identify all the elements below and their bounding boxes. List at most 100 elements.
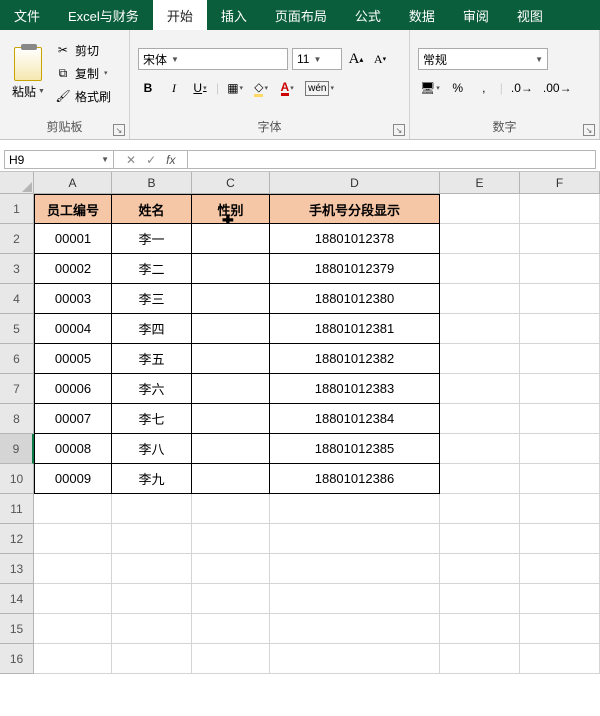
cell-E11[interactable] [440, 494, 520, 524]
tab-数据[interactable]: 数据 [395, 0, 449, 30]
cell-F4[interactable] [520, 284, 600, 314]
select-all-corner[interactable] [0, 172, 34, 194]
cell-A6[interactable]: 00005 [34, 344, 112, 374]
cell-D10[interactable]: 18801012386 [270, 464, 440, 494]
cell-D3[interactable]: 18801012379 [270, 254, 440, 284]
cell-A8[interactable]: 00007 [34, 404, 112, 434]
underline-button[interactable]: U▾ [190, 78, 210, 98]
row-header-11[interactable]: 11 [0, 494, 34, 524]
cell-F5[interactable] [520, 314, 600, 344]
cell-F13[interactable] [520, 554, 600, 584]
cell-B4[interactable]: 李三 [112, 284, 192, 314]
tab-公式[interactable]: 公式 [341, 0, 395, 30]
cell-A11[interactable] [34, 494, 112, 524]
cell-D12[interactable] [270, 524, 440, 554]
tab-插入[interactable]: 插入 [207, 0, 261, 30]
cell-D5[interactable]: 18801012381 [270, 314, 440, 344]
col-header-D[interactable]: D [270, 172, 440, 194]
row-header-1[interactable]: 1 [0, 194, 34, 224]
font-name-combo[interactable]: 宋体▼ [138, 48, 288, 70]
cell-C8[interactable] [192, 404, 270, 434]
cell-A3[interactable]: 00002 [34, 254, 112, 284]
font-color-button[interactable]: A▾ [277, 78, 297, 98]
cell-D14[interactable] [270, 584, 440, 614]
cell-D8[interactable]: 18801012384 [270, 404, 440, 434]
tab-视图[interactable]: 视图 [503, 0, 557, 30]
cell-A10[interactable]: 00009 [34, 464, 112, 494]
fx-icon[interactable]: fx [166, 153, 175, 167]
row-header-8[interactable]: 8 [0, 404, 34, 434]
cell-A5[interactable]: 00004 [34, 314, 112, 344]
col-header-C[interactable]: C [192, 172, 270, 194]
cell-D13[interactable] [270, 554, 440, 584]
cell-A7[interactable]: 00006 [34, 374, 112, 404]
chevron-down-icon[interactable]: ▼ [101, 155, 109, 164]
confirm-icon[interactable]: ✓ [146, 153, 156, 167]
cell-F6[interactable] [520, 344, 600, 374]
dialog-launcher-icon[interactable]: ↘ [583, 124, 595, 136]
cell-A2[interactable]: 00001 [34, 224, 112, 254]
cell-C5[interactable] [192, 314, 270, 344]
cell-B13[interactable] [112, 554, 192, 584]
cell-F12[interactable] [520, 524, 600, 554]
cell-A1[interactable]: 员工编号 [34, 194, 112, 224]
cell-A13[interactable] [34, 554, 112, 584]
cell-C9[interactable] [192, 434, 270, 464]
cell-B16[interactable] [112, 644, 192, 674]
cell-D2[interactable]: 18801012378 [270, 224, 440, 254]
cell-C3[interactable] [192, 254, 270, 284]
row-header-4[interactable]: 4 [0, 284, 34, 314]
cell-E9[interactable] [440, 434, 520, 464]
cell-B1[interactable]: 姓名 [112, 194, 192, 224]
increase-decimal-button[interactable]: .0→ [509, 78, 535, 98]
cell-C14[interactable] [192, 584, 270, 614]
cell-D7[interactable]: 18801012383 [270, 374, 440, 404]
cell-A16[interactable] [34, 644, 112, 674]
cell-F7[interactable] [520, 374, 600, 404]
cell-D11[interactable] [270, 494, 440, 524]
col-header-B[interactable]: B [112, 172, 192, 194]
cell-C4[interactable] [192, 284, 270, 314]
italic-button[interactable]: I [164, 78, 184, 98]
cell-E12[interactable] [440, 524, 520, 554]
cell-A9[interactable]: 00008 [34, 434, 112, 464]
cell-D6[interactable]: 18801012382 [270, 344, 440, 374]
cell-E13[interactable] [440, 554, 520, 584]
accounting-format-button[interactable]: 🖥▾ [418, 78, 442, 98]
cell-C12[interactable] [192, 524, 270, 554]
phonetic-button[interactable]: wén▾ [303, 78, 336, 98]
cell-C16[interactable] [192, 644, 270, 674]
cell-E15[interactable] [440, 614, 520, 644]
dialog-launcher-icon[interactable]: ↘ [113, 124, 125, 136]
cell-B7[interactable]: 李六 [112, 374, 192, 404]
tab-Excel与财务[interactable]: Excel与财务 [54, 0, 153, 30]
cell-F2[interactable] [520, 224, 600, 254]
cell-C1[interactable]: 性别✚ [192, 194, 270, 224]
fill-color-button[interactable]: ◇▾ [251, 78, 271, 98]
cell-B14[interactable] [112, 584, 192, 614]
row-header-3[interactable]: 3 [0, 254, 34, 284]
cell-C2[interactable] [192, 224, 270, 254]
row-header-6[interactable]: 6 [0, 344, 34, 374]
cell-F14[interactable] [520, 584, 600, 614]
format-painter-button[interactable]: 🖌格式刷 [55, 88, 111, 105]
cell-A14[interactable] [34, 584, 112, 614]
cells-area[interactable]: 员工编号姓名性别✚手机号分段显示00001李一1880101237800002李… [34, 194, 600, 674]
cell-E14[interactable] [440, 584, 520, 614]
cell-F8[interactable] [520, 404, 600, 434]
cell-F1[interactable] [520, 194, 600, 224]
cell-F16[interactable] [520, 644, 600, 674]
row-header-14[interactable]: 14 [0, 584, 34, 614]
row-header-15[interactable]: 15 [0, 614, 34, 644]
cell-C11[interactable] [192, 494, 270, 524]
cell-F9[interactable] [520, 434, 600, 464]
cell-A15[interactable] [34, 614, 112, 644]
col-header-A[interactable]: A [34, 172, 112, 194]
cut-button[interactable]: ✂剪切 [55, 42, 111, 59]
cell-E5[interactable] [440, 314, 520, 344]
cell-E3[interactable] [440, 254, 520, 284]
cell-E1[interactable] [440, 194, 520, 224]
cell-B11[interactable] [112, 494, 192, 524]
cell-E6[interactable] [440, 344, 520, 374]
tab-页面布局[interactable]: 页面布局 [261, 0, 341, 30]
